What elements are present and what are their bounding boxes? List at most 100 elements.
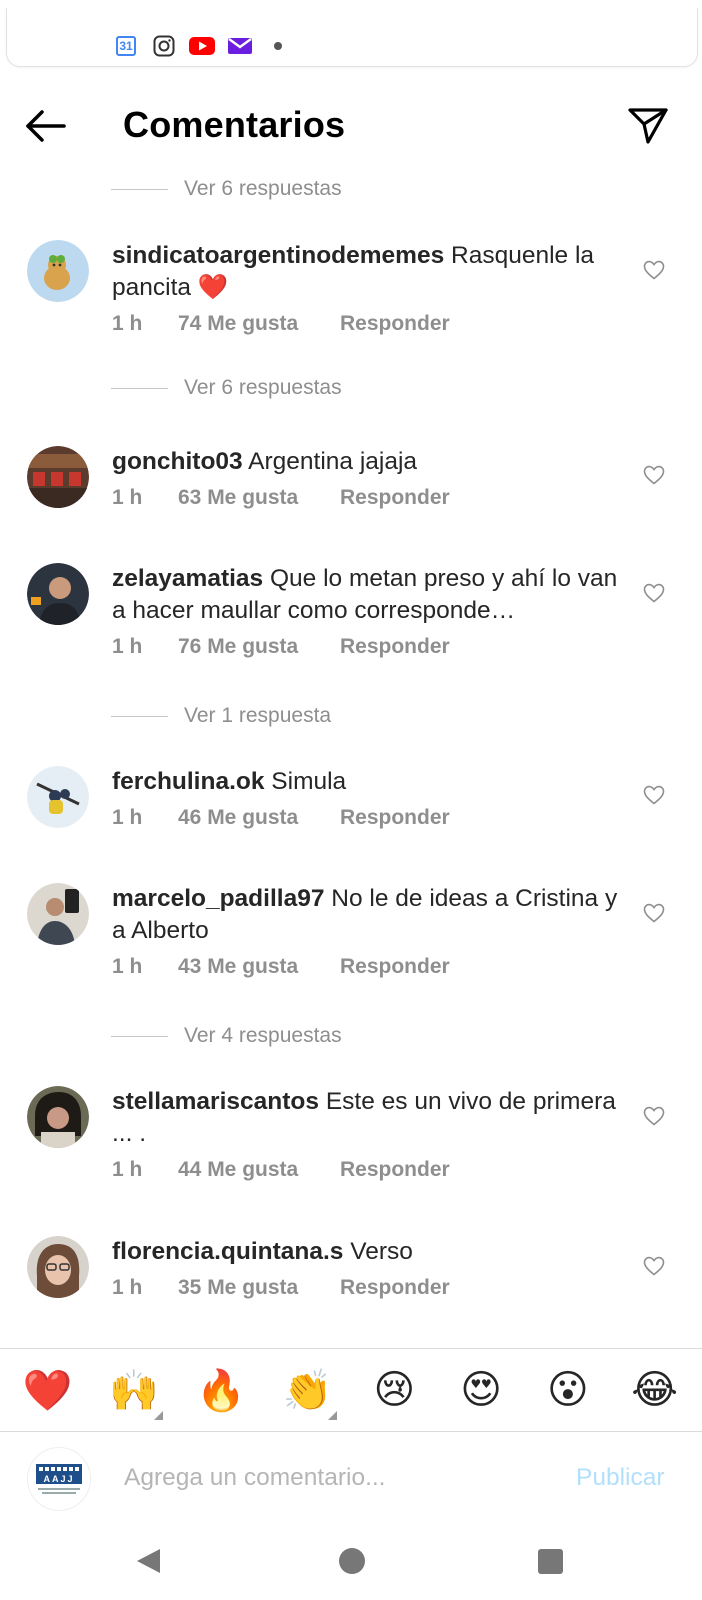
comment-meta: 1 h 63 Me gusta Responder	[112, 486, 450, 510]
emoji-raised-hands-glyph: 🙌	[109, 1368, 160, 1413]
comment-text: zelayamatias Que lo metan preso y ahí lo…	[112, 563, 622, 627]
emoji-clapping-button[interactable]: 👏	[279, 1367, 337, 1420]
view-replies-label: Ver 1 respuesta	[184, 704, 332, 727]
comment-meta: 1 h 74 Me gusta Responder	[112, 312, 450, 336]
comment-body: Argentina jajaja	[248, 448, 418, 475]
avatar[interactable]	[27, 563, 89, 625]
reply-button[interactable]: Responder	[340, 955, 450, 979]
emoji-reaction-bar: ❤️ 🙌 🔥 👏 😢 😍 😮 😂	[0, 1348, 702, 1432]
reply-button[interactable]: Responder	[340, 806, 450, 830]
emoji-heart-button[interactable]: ❤️	[18, 1367, 76, 1414]
mail-icon	[227, 33, 253, 59]
comment-text: florencia.quintana.s Verso	[112, 1236, 622, 1268]
comment-body: Verso	[350, 1238, 413, 1265]
header: Comentarios	[0, 96, 702, 156]
comment-meta: 1 h 35 Me gusta Responder	[112, 1276, 450, 1300]
comment-time: 1 h	[112, 486, 143, 509]
emoji-clapping-glyph: 👏	[282, 1368, 333, 1413]
comment-likes[interactable]: 63 Me gusta	[178, 486, 340, 510]
comment-time: 1 h	[112, 806, 143, 829]
emoji-fire-button[interactable]: 🔥	[192, 1367, 250, 1414]
like-heart-icon[interactable]	[642, 258, 666, 282]
avatar[interactable]	[27, 883, 89, 945]
publish-button[interactable]: Publicar	[576, 1464, 665, 1492]
view-replies-button[interactable]: Ver 6 respuestas	[111, 174, 342, 204]
emoji-joy-button[interactable]: 😂	[626, 1367, 684, 1413]
reply-button[interactable]: Responder	[340, 486, 450, 510]
comment-likes[interactable]: 46 Me gusta	[178, 806, 340, 830]
avatar[interactable]	[27, 240, 89, 302]
like-heart-icon[interactable]	[642, 1104, 666, 1128]
avatar[interactable]	[27, 1236, 89, 1298]
like-heart-icon[interactable]	[642, 901, 666, 925]
comment-text: gonchito03 Argentina jajaja	[112, 446, 622, 478]
like-heart-icon[interactable]	[642, 463, 666, 487]
nav-back-icon[interactable]	[134, 1546, 164, 1576]
comment-username[interactable]: marcelo_padilla97	[112, 885, 324, 912]
comment-text: ferchulina.ok Simula	[112, 766, 622, 798]
comment-username[interactable]: zelayamatias	[112, 565, 263, 592]
nav-recents-icon[interactable]	[538, 1549, 563, 1574]
reply-divider-line	[111, 715, 168, 717]
reply-button[interactable]: Responder	[340, 635, 450, 659]
instagram-icon	[151, 33, 177, 59]
comment-text: marcelo_padilla97 No le de ideas a Crist…	[112, 883, 622, 947]
view-replies-button[interactable]: Ver 1 respuesta	[111, 701, 331, 731]
emoji-crying-button[interactable]: 😢	[365, 1367, 423, 1413]
comment-meta: 1 h 46 Me gusta Responder	[112, 806, 450, 830]
comment-time: 1 h	[112, 1158, 143, 1181]
view-replies-label: Ver 4 respuestas	[184, 1024, 342, 1047]
comment-username[interactable]: ferchulina.ok	[112, 768, 264, 795]
reply-button[interactable]: Responder	[340, 1276, 450, 1300]
emoji-raised-hands-button[interactable]: 🙌	[105, 1367, 164, 1420]
comment-likes[interactable]: 43 Me gusta	[178, 955, 340, 979]
calendar-icon: 31	[113, 33, 139, 59]
comment-text: stellamariscantos Este es un vivo de pri…	[112, 1086, 622, 1150]
like-heart-icon[interactable]	[642, 1254, 666, 1278]
skin-tone-indicator-icon	[327, 1410, 337, 1420]
comment-likes[interactable]: 74 Me gusta	[178, 312, 340, 336]
heart-emoji: ❤️	[197, 274, 229, 301]
comment-username[interactable]: stellamariscantos	[112, 1088, 319, 1115]
comment-body: Simula	[271, 768, 347, 795]
comment-meta: 1 h 76 Me gusta Responder	[112, 635, 450, 659]
comment-likes[interactable]: 44 Me gusta	[178, 1158, 340, 1182]
comment-meta: 1 h 44 Me gusta Responder	[112, 1158, 450, 1182]
comment-time: 1 h	[112, 955, 143, 978]
emoji-surprised-button[interactable]: 😮	[539, 1367, 597, 1413]
avatar[interactable]	[27, 766, 89, 828]
comment-time: 1 h	[112, 635, 143, 658]
like-heart-icon[interactable]	[642, 783, 666, 807]
youtube-icon	[189, 33, 215, 59]
reply-button[interactable]: Responder	[340, 312, 450, 336]
comment-meta: 1 h 43 Me gusta Responder	[112, 955, 450, 979]
comment-likes[interactable]: 35 Me gusta	[178, 1276, 340, 1300]
view-replies-label: Ver 6 respuestas	[184, 376, 342, 399]
emoji-heart-eyes-button[interactable]: 😍	[452, 1367, 510, 1413]
like-heart-icon[interactable]	[642, 581, 666, 605]
comment-username[interactable]: sindicatoargentinodememes	[112, 242, 444, 269]
system-navigation-bar	[0, 1522, 702, 1600]
comment-likes[interactable]: 76 Me gusta	[178, 635, 340, 659]
direct-message-icon[interactable]	[626, 104, 670, 148]
avatar[interactable]	[27, 1086, 89, 1148]
calendar-day: 31	[116, 36, 136, 56]
back-arrow-icon[interactable]	[24, 108, 68, 144]
comment-input[interactable]	[122, 1454, 546, 1502]
avatar-logo-text: AAJJ	[43, 1474, 74, 1484]
status-icons: 31	[113, 33, 291, 59]
reply-divider-line	[111, 387, 168, 389]
view-replies-label: Ver 6 respuestas	[184, 177, 342, 200]
view-replies-button[interactable]: Ver 4 respuestas	[111, 1021, 342, 1051]
comment-time: 1 h	[112, 312, 143, 335]
reply-divider-line	[111, 188, 168, 190]
current-user-avatar: AAJJ	[27, 1447, 91, 1511]
comment-username[interactable]: gonchito03	[112, 448, 243, 475]
comment-username[interactable]: florencia.quintana.s	[112, 1238, 343, 1265]
view-replies-button[interactable]: Ver 6 respuestas	[111, 373, 342, 403]
avatar[interactable]	[27, 446, 89, 508]
nav-home-icon[interactable]	[339, 1548, 365, 1574]
reply-button[interactable]: Responder	[340, 1158, 450, 1182]
reply-divider-line	[111, 1035, 168, 1037]
notification-dot-icon	[265, 33, 291, 59]
